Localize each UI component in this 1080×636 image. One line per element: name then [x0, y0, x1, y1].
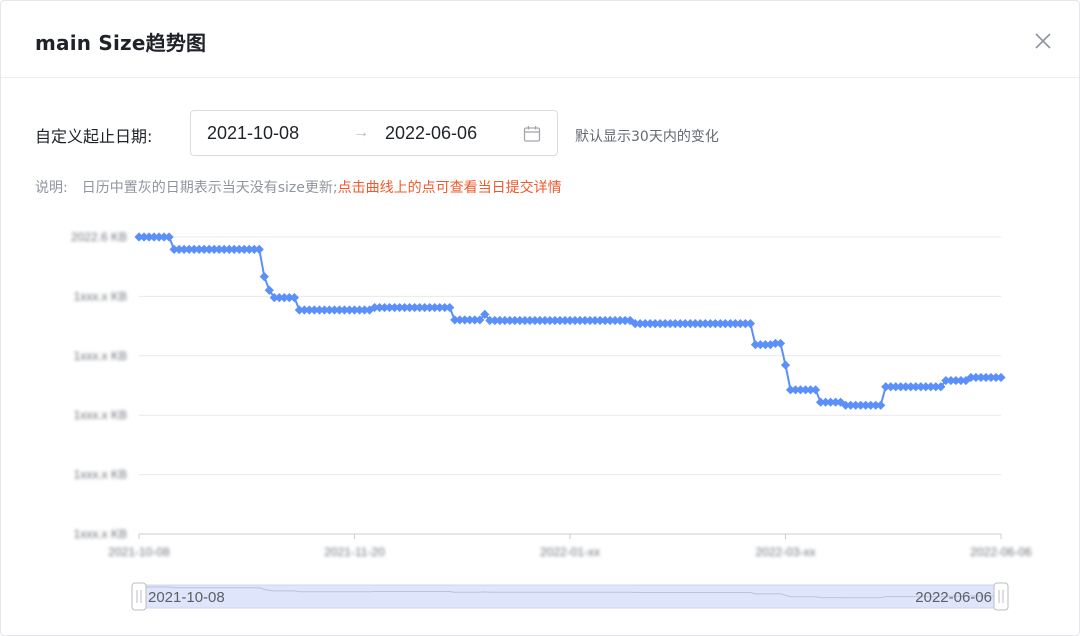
- calendar-icon[interactable]: [522, 124, 542, 144]
- data-zoom-slider[interactable]: 2021-10-08 2022-06-06: [1, 573, 1079, 629]
- data-point[interactable]: [775, 338, 786, 349]
- y-tick-label: 1xxx.x KB: [74, 289, 127, 303]
- end-date-input[interactable]: 2022-06-06: [385, 123, 477, 144]
- data-point[interactable]: [289, 293, 299, 303]
- x-tick-label: 2022-01-xx: [540, 545, 600, 559]
- zoom-end-handle[interactable]: [993, 582, 1009, 611]
- data-point[interactable]: [164, 232, 174, 242]
- data-point[interactable]: [996, 372, 1006, 383]
- y-tick-label: 1xxx.x KB: [74, 527, 127, 541]
- zoom-start-label: 2021-10-08: [148, 589, 225, 606]
- zoom-start-handle[interactable]: [131, 582, 147, 611]
- x-tick-label: 2021-11-20: [324, 545, 385, 559]
- start-date-input[interactable]: 2021-10-08: [207, 123, 299, 144]
- y-tick-label: 1xxx.x KB: [74, 468, 127, 482]
- size-trend-dialog: main Size趋势图 自定义起止日期: 2021-10-08 → 2022-…: [0, 0, 1080, 636]
- data-point[interactable]: [254, 244, 264, 254]
- size-trend-chart: 2022.6 KB 1xxx.x KB 1xxx.x KB 1xxx.x KB 1xxx…: [71, 230, 1032, 559]
- date-range-label: 自定义起止日期:: [35, 127, 153, 146]
- zoom-end-label: 2022-06-06: [915, 589, 992, 606]
- note-label: 说明:: [35, 180, 68, 196]
- data-point[interactable]: [876, 400, 886, 410]
- data-point[interactable]: [259, 272, 269, 282]
- date-range-picker[interactable]: 2021-10-08 → 2022-06-06: [190, 110, 558, 156]
- close-icon[interactable]: [1031, 29, 1055, 53]
- y-tick-label: 1xxx.x KB: [74, 349, 127, 363]
- note-click-hint: 点击曲线上的点可查看当日提交详情: [337, 180, 562, 196]
- zoom-selected-range: [139, 585, 1001, 608]
- range-arrow-icon: →: [353, 124, 369, 141]
- data-point[interactable]: [810, 385, 821, 395]
- dialog-header: main Size趋势图: [1, 1, 1079, 78]
- data-point[interactable]: [780, 360, 791, 370]
- date-range-hint: 默认显示30天内的变化: [575, 129, 719, 145]
- x-tick-label: 2022-06-06: [970, 545, 1032, 559]
- note-gray-text: 日历中置灰的日期表示当天没有size更新;: [81, 180, 338, 196]
- x-tick-label: 2021-10-08: [108, 545, 170, 559]
- data-point[interactable]: [745, 319, 756, 329]
- y-tick-label: 1xxx.x KB: [74, 408, 127, 422]
- chart-note: 说明: 日历中置灰的日期表示当天没有size更新;点击曲线上的点可查看当日提交详情: [35, 177, 562, 197]
- x-tick-label: 2022-03-xx: [755, 545, 815, 559]
- dialog-title: main Size趋势图: [35, 31, 207, 55]
- data-point[interactable]: [445, 302, 455, 313]
- y-tick-label: 2022.6 KB: [71, 230, 127, 244]
